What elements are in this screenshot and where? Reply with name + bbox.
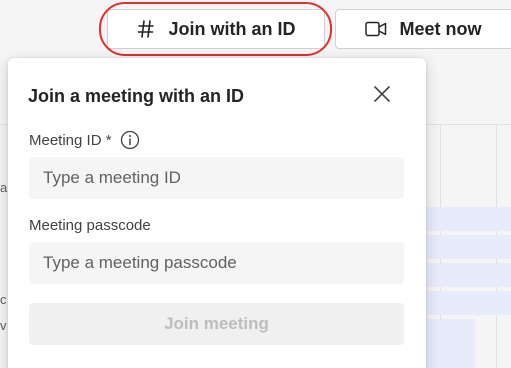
calendar-event-slot[interactable] <box>420 319 475 368</box>
meeting-id-label-row: Meeting ID * <box>29 130 140 150</box>
info-icon[interactable] <box>120 130 140 150</box>
calendar-text-fragment: c <box>0 292 7 307</box>
hash-icon <box>136 19 156 39</box>
meeting-id-input[interactable] <box>29 157 404 199</box>
calendar-event-slot[interactable] <box>420 207 511 231</box>
meet-now-button[interactable]: Meet now <box>335 9 511 49</box>
join-meeting-button[interactable]: Join meeting <box>29 303 404 345</box>
join-with-id-button[interactable]: Join with an ID <box>107 9 325 49</box>
calendar-event-slot[interactable] <box>420 291 511 315</box>
close-icon <box>373 85 391 108</box>
join-meeting-dialog: Join a meeting with an ID Meeting ID * M… <box>8 58 426 368</box>
close-button[interactable] <box>370 84 394 108</box>
meeting-passcode-label: Meeting passcode <box>29 217 151 234</box>
video-camera-icon <box>365 21 387 37</box>
calendar-event-slot[interactable] <box>420 263 511 287</box>
calendar-text-fragment: a <box>0 180 8 195</box>
dialog-title: Join a meeting with an ID <box>28 86 245 106</box>
calendar-event-slot[interactable] <box>420 235 511 259</box>
meeting-passcode-input[interactable] <box>29 242 404 284</box>
meeting-id-label: Meeting ID * <box>29 131 112 149</box>
meet-now-label: Meet now <box>399 18 482 39</box>
join-with-id-label: Join with an ID <box>168 18 296 39</box>
calendar-text-fragment: v <box>0 318 7 333</box>
